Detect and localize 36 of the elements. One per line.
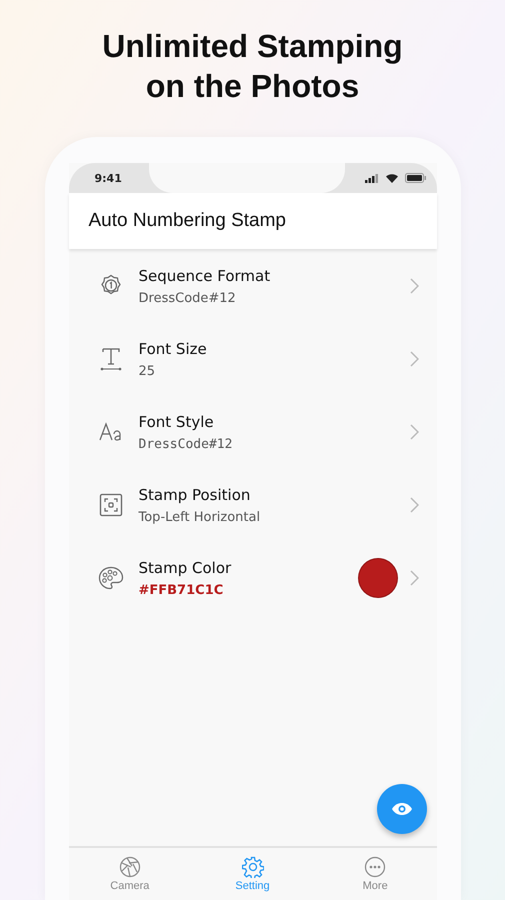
setting-label: Font Style <box>138 413 215 431</box>
more-icon <box>364 856 386 878</box>
chevron-icon <box>410 424 418 440</box>
app-title: Auto Numbering Stamp <box>88 210 286 232</box>
signal-icon <box>364 174 378 182</box>
preview-button[interactable] <box>376 784 426 834</box>
setting-value: #FFB71C1C <box>138 583 224 598</box>
settings-item[interactable]: Stamp Color #FFB71C1C <box>68 541 436 614</box>
setting-label: Font Size <box>138 340 208 358</box>
setting-value: DressCode#12 <box>138 437 234 452</box>
headline: on the Photos <box>144 67 360 106</box>
font-style-icon <box>98 422 122 442</box>
chevron-icon <box>410 350 418 366</box>
setting-label: Sequence Format <box>138 267 272 285</box>
chevron-icon <box>410 496 418 512</box>
setting-value: Top-Left Horizontal <box>138 510 262 525</box>
aperture-icon <box>118 856 141 878</box>
settings-item[interactable]: Font Size 25 <box>68 322 436 395</box>
settings-item[interactable]: Font Style DressCode#12 <box>68 395 436 468</box>
status-time: 9:41 <box>94 172 123 184</box>
settings-item[interactable]: Sequence Format DressCode#12 <box>68 249 436 322</box>
position-frame-icon <box>98 492 122 516</box>
setting-value: DressCode#12 <box>138 291 237 306</box>
settings-item[interactable]: Stamp Position Top-Left Horizontal <box>68 468 436 541</box>
eye-icon <box>390 802 412 816</box>
setting-label: Stamp Position <box>138 486 252 504</box>
text-size-icon <box>98 346 122 372</box>
chevron-icon <box>410 278 418 294</box>
settings-icon <box>242 856 264 878</box>
setting-value: 25 <box>138 364 156 379</box>
chevron-icon <box>410 570 418 586</box>
palette-icon <box>98 566 124 590</box>
setting-label: Stamp Color <box>138 559 232 577</box>
wifi-icon <box>384 173 398 183</box>
battery-icon <box>404 173 426 183</box>
headline: Unlimited Stamping <box>102 27 403 66</box>
